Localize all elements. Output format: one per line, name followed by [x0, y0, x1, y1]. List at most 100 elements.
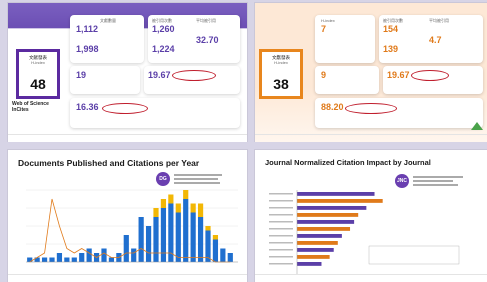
bar-documents [145, 226, 152, 262]
journal-label [269, 200, 293, 202]
stat-card-3: 19 [70, 66, 140, 94]
bar-documents [212, 239, 219, 262]
bar-citations [183, 190, 189, 199]
journal-bar [297, 227, 351, 231]
bar-documents [197, 217, 204, 262]
stat-card-2: 1,260 被引用次數 1,224 平均被引用 32.70 [148, 15, 240, 63]
journal-label [269, 263, 293, 265]
bar-documents [41, 257, 48, 262]
slide-thumbnail-2[interactable]: 文獻發表 H-index 38 H-index 7 154 被引用次數 139 … [255, 3, 487, 142]
bar-citations [212, 235, 219, 240]
home-icon[interactable] [471, 122, 483, 130]
bar-documents [190, 212, 196, 262]
stat-value: 1,998 [76, 44, 99, 54]
bar-documents [220, 248, 226, 262]
wos-label: Web of Science InCites [12, 101, 49, 113]
stat-card-5: 88.20 [315, 98, 483, 128]
journal-label [269, 249, 293, 251]
bar-documents [160, 208, 167, 262]
bar-citations [175, 203, 181, 213]
bar-documents [175, 212, 181, 262]
journal-bar [297, 220, 355, 224]
stat-label: 平均被引用 [429, 18, 449, 23]
jnci-bar-chart [269, 190, 460, 274]
bar-documents [108, 257, 115, 262]
stat-card-2: 154 被引用次數 139 平均被引用 4.7 [379, 15, 483, 63]
stat-value: 19 [76, 70, 87, 80]
stat-card-5: 16.36 [70, 98, 240, 128]
journal-bar [297, 213, 359, 217]
bar-documents [56, 253, 63, 262]
highlight-oval [411, 70, 449, 81]
journal-bar [297, 192, 375, 196]
stat-value: 88.20 [321, 102, 344, 112]
stat-card-1: 1,112 文獻數量 1,998 [70, 15, 144, 63]
hindex-box-subtitle: H-index [274, 60, 288, 65]
stat-value: 1,112 [76, 24, 99, 34]
stat-label: H-index [321, 18, 335, 23]
stat-card-3: 9 [315, 66, 379, 94]
journal-label [269, 214, 293, 216]
jnc-badge: JNC [395, 174, 409, 188]
bar-citations [153, 208, 159, 217]
stat-value: 19.67 [387, 70, 410, 80]
bar-documents [79, 253, 85, 262]
stat-card-4: 19.67 [144, 66, 240, 94]
journal-label [269, 207, 293, 209]
journal-label [269, 228, 293, 230]
stat-value: 1,224 [152, 44, 175, 54]
journal-bar [297, 199, 383, 203]
stat-label: 被引用次數 [383, 18, 403, 23]
thumbnail-gap [0, 142, 487, 150]
stat-value: 32.70 [196, 35, 219, 45]
stat-value: 4.7 [429, 35, 442, 45]
slide-title: Documents Published and Citations per Ye… [18, 158, 200, 168]
stat-value: 19.67 [148, 70, 171, 80]
journal-bar [297, 234, 342, 238]
stat-label: 被引用次數 [152, 18, 172, 23]
hindex-box: 文献發表 H-index 48 [16, 49, 60, 99]
bar-documents [49, 257, 55, 262]
highlight-oval [345, 103, 397, 114]
stat-card-4: 19.67 [383, 66, 483, 94]
slide-footer [8, 134, 247, 142]
journal-bar [297, 241, 338, 245]
citations-bar-chart [26, 189, 238, 263]
journal-label [269, 193, 293, 195]
stat-label: 平均被引用 [196, 18, 216, 23]
bar-documents [64, 257, 70, 262]
bar-citations [190, 203, 196, 213]
journal-bar [297, 248, 334, 252]
journal-bar [297, 206, 367, 210]
journal-bar [297, 255, 330, 259]
stat-value: 9 [321, 70, 327, 80]
slide-thumbnail-1[interactable]: 文献發表 H-index 48 Web of Science InCites 1… [8, 3, 247, 142]
journal-label [269, 242, 293, 244]
chart-legend-box [368, 245, 460, 265]
bar-documents [86, 248, 92, 262]
slide-thumbnail-4[interactable]: Journal Normalized Citation Impact by Jo… [255, 150, 487, 282]
hindex-value: 38 [273, 76, 289, 92]
slide-footer [255, 274, 487, 282]
highlight-oval [102, 103, 148, 114]
bar-documents [183, 199, 189, 262]
slide-title: Journal Normalized Citation Impact by Jo… [265, 158, 431, 167]
hindex-box-subtitle: H-index [31, 60, 45, 65]
slide-thumbnail-3[interactable]: Documents Published and Citations per Ye… [8, 150, 247, 282]
journal-bar [297, 262, 322, 266]
bar-citations [197, 203, 204, 217]
bar-documents [123, 235, 129, 262]
legend-text [174, 174, 234, 184]
stat-card-1: H-index 7 [315, 15, 375, 63]
stat-value: 16.36 [76, 102, 99, 112]
bar-documents [153, 217, 159, 262]
hindex-box: 文獻發表 H-index 38 [259, 49, 303, 99]
stat-value: 154 [383, 24, 399, 34]
stat-value: 1,260 [152, 24, 175, 34]
stat-value: 139 [383, 44, 399, 54]
legend-text [413, 176, 473, 186]
bar-citations [168, 194, 174, 204]
stat-value: 7 [321, 24, 327, 34]
bar-documents [71, 257, 77, 262]
highlight-oval [172, 70, 216, 81]
